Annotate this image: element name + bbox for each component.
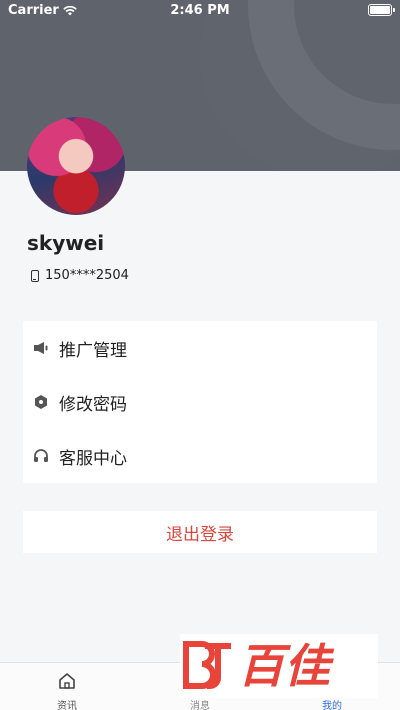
watermark-wordmark: 百佳 [238,639,335,693]
tab-label: 消息 [190,701,210,710]
tab-news[interactable]: 资讯 [27,663,107,710]
svg-text:百佳: 百佳 [238,639,335,693]
status-bar: Carrier 2:46 PM [0,0,400,20]
phone-number: 150****2504 [45,268,129,283]
home-icon [59,673,75,689]
menu-card: 推广管理 修改密码 客服中心 [23,321,377,483]
phone-row: 150****2504 [31,268,129,283]
menu-item-label: 修改密码 [59,394,127,415]
menu-item-promotion[interactable]: 推广管理 [23,321,377,375]
avatar[interactable] [27,117,125,215]
watermark-logo: 百佳 [180,634,378,698]
menu-item-change-password[interactable]: 修改密码 [23,375,377,429]
hexagon-lock-icon [33,394,49,410]
menu-item-label: 推广管理 [59,340,127,361]
tab-label: 我的 [322,701,342,710]
megaphone-icon [33,340,49,356]
headset-icon [33,448,49,464]
menu-item-customer-service[interactable]: 客服中心 [23,429,377,483]
battery-icon [368,4,395,16]
username: skywei [27,231,105,255]
tab-label: 资讯 [57,701,77,710]
status-time: 2:46 PM [170,3,230,18]
logout-button[interactable]: 退出登录 [23,511,377,553]
phone-icon [31,269,39,282]
watermark-glyph-icon [183,641,231,690]
menu-item-label: 客服中心 [59,448,127,469]
